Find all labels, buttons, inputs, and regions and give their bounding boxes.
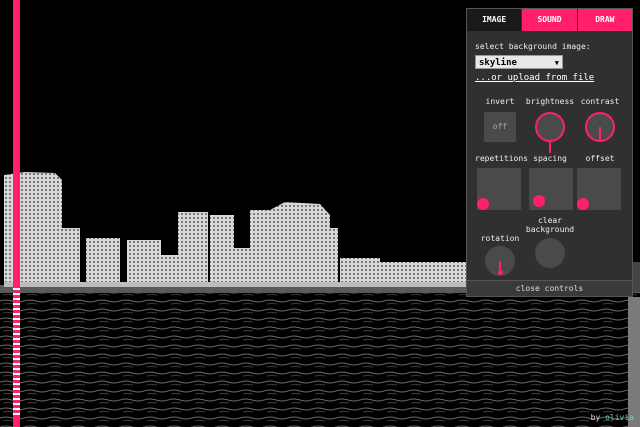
rotation-label: rotation [480, 234, 520, 243]
brightness-knob[interactable] [535, 112, 565, 153]
invert-toggle[interactable]: off [484, 112, 516, 142]
contrast-label: contrast [580, 97, 620, 106]
background-image-select[interactable]: skyline ▼ [475, 55, 563, 69]
offset-pad[interactable] [577, 168, 621, 210]
offset-handle[interactable] [577, 198, 589, 210]
offset-label: offset [585, 154, 615, 163]
author-link[interactable]: olivia [605, 413, 634, 422]
credit: by olivia [591, 413, 634, 422]
clear-background-label-1: clear [537, 216, 563, 225]
repetitions-label: repetitions [475, 154, 528, 163]
brightness-label: brightness [525, 97, 575, 106]
dropdown-arrow-icon: ▼ [554, 59, 559, 67]
spacing-handle[interactable] [533, 195, 545, 207]
repetitions-pad[interactable] [477, 168, 521, 210]
upload-from-file-link[interactable]: ...or upload from file [475, 73, 594, 83]
repetitions-handle[interactable] [477, 198, 489, 210]
clear-background-button[interactable] [535, 238, 565, 268]
selected-image-value: skyline [479, 58, 517, 68]
invert-label: invert [485, 97, 515, 106]
close-controls-button[interactable]: close controls [467, 280, 632, 296]
contrast-knob[interactable] [585, 112, 615, 142]
controls-panel: IMAGE SOUND DRAW select background image… [466, 8, 633, 297]
tab-draw[interactable]: DRAW [576, 9, 632, 31]
spacing-label: spacing [533, 154, 567, 163]
tab-bar: IMAGE SOUND DRAW [467, 9, 632, 31]
select-background-label: select background image: [475, 42, 591, 51]
clear-background-label-2: background [525, 225, 575, 234]
playhead-ticks [13, 285, 20, 415]
tab-image[interactable]: IMAGE [467, 9, 522, 31]
credit-prefix: by [590, 413, 601, 422]
tab-sound[interactable]: SOUND [521, 9, 577, 31]
rotation-knob[interactable] [485, 246, 515, 276]
spacing-pad[interactable] [529, 168, 573, 210]
